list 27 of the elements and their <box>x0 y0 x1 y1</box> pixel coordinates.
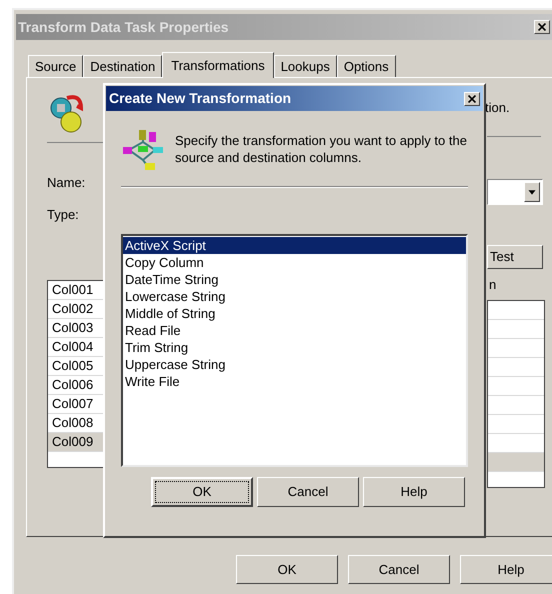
dialog-title: Create New Transformation <box>109 89 292 108</box>
test-button[interactable]: Test <box>487 244 543 268</box>
description-text: tion. <box>485 99 511 117</box>
column-item[interactable]: Col009 <box>48 433 104 452</box>
network-nodes-icon <box>121 130 165 172</box>
mapping-row[interactable] <box>488 453 544 472</box>
name-label: Name: <box>47 174 86 192</box>
instruction-text: Specify the transformation you want to apply to the source and destination columns. <box>175 132 468 167</box>
transformation-item[interactable]: ActiveX Script <box>123 237 466 254</box>
dialog-button[interactable]: Cancel <box>257 477 359 507</box>
dialog-button[interactable]: Help <box>460 555 552 584</box>
window-title: Transform Data Task Properties <box>18 18 229 37</box>
dialog-button[interactable]: OK <box>236 555 338 584</box>
transformation-list[interactable]: ActiveX Script Copy Column DateTime String Lowercase String Middle of String Read File Trim String Uppercase String Write File <box>121 234 468 467</box>
dialog-button[interactable]: OK <box>151 477 253 507</box>
tab[interactable]: Options <box>336 55 396 77</box>
tab[interactable]: Destination <box>83 55 162 77</box>
column-header: n <box>489 276 498 294</box>
dialog-button[interactable]: Cancel <box>348 555 450 584</box>
tab[interactable]: Source <box>28 55 84 77</box>
tab[interactable]: Transformations <box>162 52 274 78</box>
tab[interactable]: Lookups <box>274 55 337 77</box>
name-dropdown[interactable] <box>487 178 543 204</box>
close-icon[interactable] <box>534 20 550 34</box>
type-label: Type: <box>47 206 80 224</box>
close-icon[interactable] <box>464 92 480 106</box>
dialog-button[interactable]: Help <box>363 477 465 507</box>
